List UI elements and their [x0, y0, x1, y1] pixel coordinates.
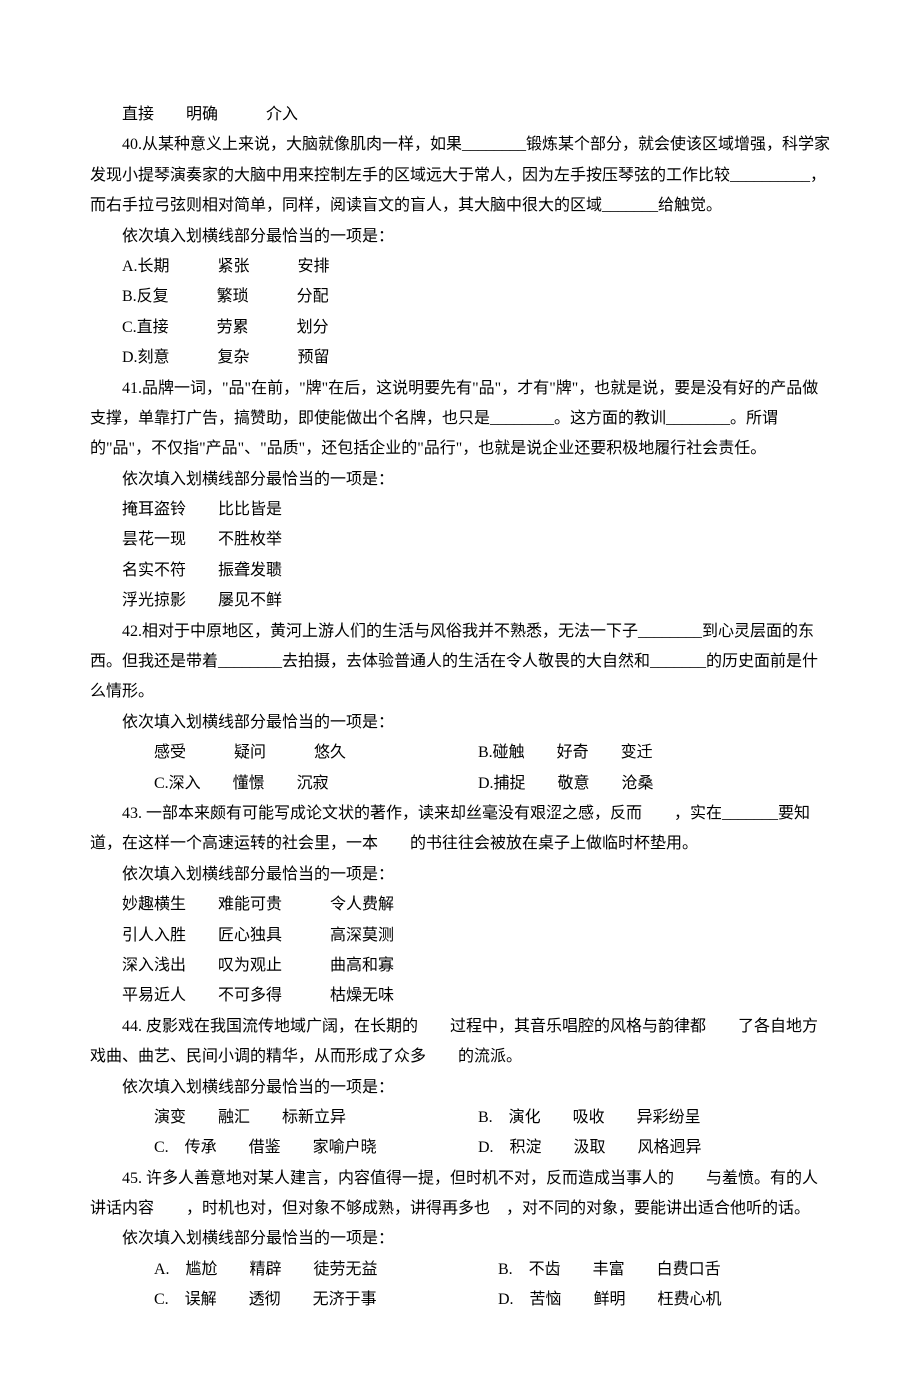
q44-option-d: D. 积淀 汲取 风格迥异 — [446, 1133, 702, 1163]
q42-text: 42.相对于中原地区，黄河上游人们的生活与风俗我并不熟悉，无法一下子______… — [90, 617, 830, 708]
q44-options-row2: C. 传承 借鉴 家喻户晓 D. 积淀 汲取 风格迥异 — [90, 1133, 830, 1163]
q42-options-row2: C.深入 懂憬 沉寂 D.捕捉 敬意 沧桑 — [90, 769, 830, 799]
q44-option-a: 演变 融汇 标新立异 — [122, 1103, 442, 1133]
q40-option-c: C.直接 劳累 划分 — [90, 313, 830, 343]
q45-option-b: B. 不齿 丰富 白费口舌 — [466, 1255, 721, 1285]
q42-option-a: 感受 疑问 悠久 — [122, 738, 442, 768]
q42-option-c: C.深入 懂憬 沉寂 — [122, 769, 442, 799]
q45-option-c: C. 误解 透彻 无济于事 — [122, 1285, 462, 1315]
q40-option-d: D.刻意 复杂 预留 — [90, 343, 830, 373]
q45-option-a: A. 尴尬 精辟 徒劳无益 — [122, 1255, 462, 1285]
q42-prompt: 依次填入划横线部分最恰当的一项是： — [90, 708, 830, 738]
q40-option-b: B.反复 繁琐 分配 — [90, 282, 830, 312]
q41-option-c: 名实不符 振聋发聩 — [90, 556, 830, 586]
q42-option-b: B.碰触 好奇 变迁 — [446, 738, 653, 768]
q45-options-row2: C. 误解 透彻 无济于事 D. 苦恼 鲜明 枉费心机 — [90, 1285, 830, 1315]
q44-option-c: C. 传承 借鉴 家喻户晓 — [122, 1133, 442, 1163]
q43-text: 43. 一部本来颇有可能写成论文状的著作，读来却丝毫没有艰涩之感，反而 ，实在_… — [90, 799, 830, 860]
q45-text: 45. 许多人善意地对某人建言，内容值得一提，但时机不对，反而造成当事人的 与羞… — [90, 1164, 830, 1225]
q43-option-b: 引人入胜 匠心独具 高深莫测 — [90, 921, 830, 951]
q41-option-d: 浮光掠影 屡见不鲜 — [90, 586, 830, 616]
q41-option-a: 掩耳盗铃 比比皆是 — [90, 495, 830, 525]
q44-prompt: 依次填入划横线部分最恰当的一项是： — [90, 1073, 830, 1103]
q45-option-d: D. 苦恼 鲜明 枉费心机 — [466, 1285, 722, 1315]
q43-option-c: 深入浅出 叹为观止 曲高和寡 — [90, 951, 830, 981]
q44-option-b: B. 演化 吸收 异彩纷呈 — [446, 1103, 701, 1133]
q42-option-d: D.捕捉 敬意 沧桑 — [446, 769, 654, 799]
q44-text: 44. 皮影戏在我国流传地域广阔，在长期的 过程中，其音乐唱腔的风格与韵律都 了… — [90, 1012, 830, 1073]
q43-prompt: 依次填入划横线部分最恰当的一项是： — [90, 860, 830, 890]
q45-prompt: 依次填入划横线部分最恰当的一项是： — [90, 1224, 830, 1254]
q39-option-d-tail: 直接 明确 介入 — [90, 100, 830, 130]
q43-option-d: 平易近人 不可多得 枯燥无味 — [90, 981, 830, 1011]
q45-options-row1: A. 尴尬 精辟 徒劳无益 B. 不齿 丰富 白费口舌 — [90, 1255, 830, 1285]
q40-text: 40.从某种意义上来说，大脑就像肌肉一样，如果________锻炼某个部分，就会… — [90, 130, 830, 221]
exam-page: 直接 明确 介入 40.从某种意义上来说，大脑就像肌肉一样，如果________… — [0, 0, 920, 1376]
q41-text: 41.品牌一词，"品"在前，"牌"在后，这说明要先有"品"，才有"牌"，也就是说… — [90, 374, 830, 465]
q41-option-b: 昙花一现 不胜枚举 — [90, 525, 830, 555]
q42-options-row1: 感受 疑问 悠久 B.碰触 好奇 变迁 — [90, 738, 830, 768]
q40-prompt: 依次填入划横线部分最恰当的一项是： — [90, 222, 830, 252]
q43-option-a: 妙趣横生 难能可贵 令人费解 — [90, 890, 830, 920]
q41-prompt: 依次填入划横线部分最恰当的一项是： — [90, 465, 830, 495]
q40-option-a: A.长期 紧张 安排 — [90, 252, 830, 282]
q44-options-row1: 演变 融汇 标新立异 B. 演化 吸收 异彩纷呈 — [90, 1103, 830, 1133]
